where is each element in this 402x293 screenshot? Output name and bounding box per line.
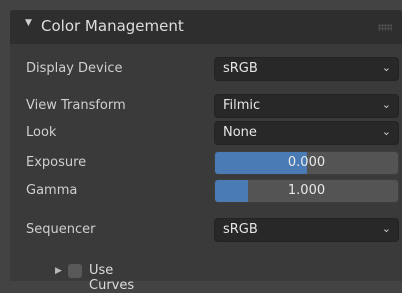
color-management-panel: ▼ Color Management Display Device sRGB ⌄… [10, 10, 402, 293]
sequencer-value: sRGB [223, 222, 258, 237]
panel-header[interactable]: ▼ Color Management [10, 10, 402, 44]
triangle-down-icon[interactable]: ▼ [25, 18, 32, 28]
display-device-value: sRGB [223, 61, 258, 76]
look-value: None [223, 125, 257, 140]
panel-title: Color Management [41, 17, 184, 35]
sequencer-dropdown[interactable]: sRGB ⌄ [214, 218, 399, 242]
sequencer-label: Sequencer [26, 222, 96, 237]
view-transform-dropdown[interactable]: Filmic ⌄ [214, 94, 399, 118]
use-curves-label: Use Curves [89, 263, 135, 293]
chevron-down-icon: ⌄ [381, 125, 391, 138]
display-device-dropdown[interactable]: sRGB ⌄ [214, 57, 399, 81]
exposure-value: 0.000 [287, 155, 326, 170]
exposure-label: Exposure [26, 155, 87, 170]
view-transform-label: View Transform [26, 98, 126, 113]
chevron-down-icon: ⌄ [381, 222, 391, 235]
triangle-right-icon[interactable]: ▶ [55, 266, 62, 276]
gamma-label: Gamma [26, 183, 78, 198]
chevron-down-icon: ⌄ [381, 98, 391, 111]
exposure-slider[interactable]: 0.000 [214, 151, 399, 175]
gamma-slider[interactable]: 1.000 [214, 179, 399, 203]
display-device-label: Display Device [26, 61, 123, 76]
chevron-down-icon: ⌄ [381, 61, 391, 74]
view-transform-value: Filmic [223, 98, 261, 113]
look-dropdown[interactable]: None ⌄ [214, 121, 399, 145]
grip-icon[interactable] [378, 24, 392, 31]
look-label: Look [26, 125, 57, 140]
gamma-value: 1.000 [287, 183, 326, 198]
use-curves-checkbox[interactable] [68, 264, 82, 278]
